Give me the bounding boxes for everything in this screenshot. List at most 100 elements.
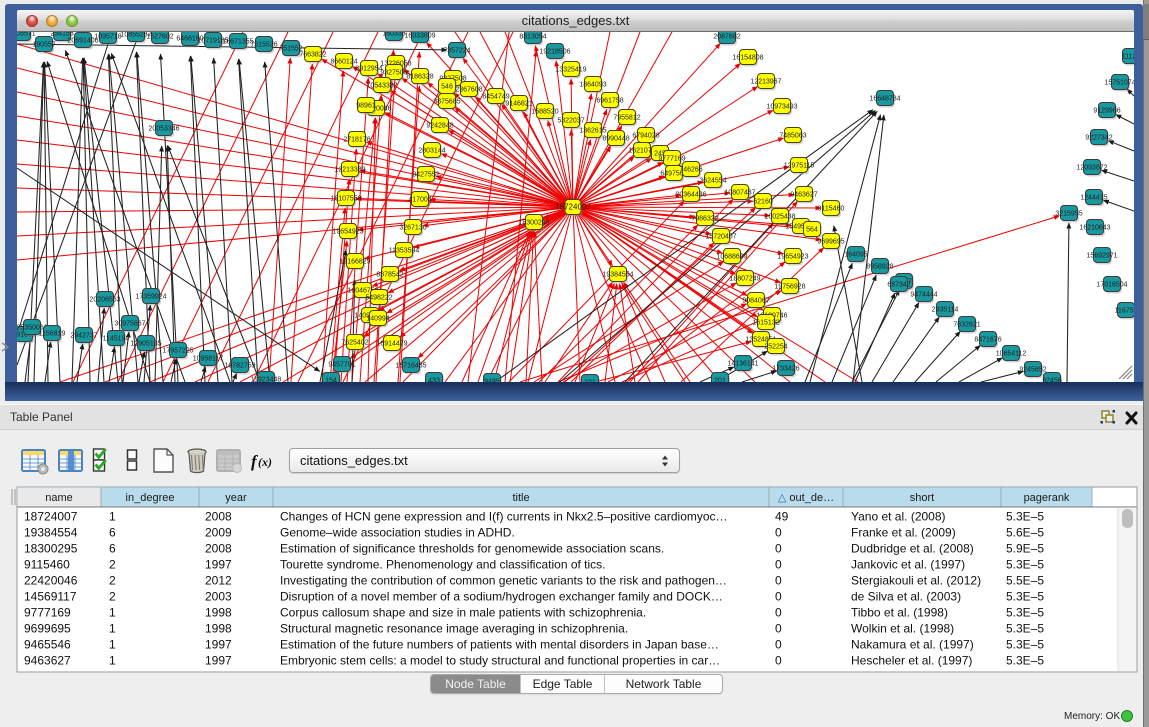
svg-text:10688609: 10688609 <box>716 254 747 261</box>
svg-text:18724007: 18724007 <box>24 510 78 524</box>
svg-text:Genome–wide association studie: Genome–wide association studies in ADHD. <box>280 526 515 540</box>
svg-text:546: 546 <box>441 84 453 91</box>
svg-text:0: 0 <box>775 574 782 588</box>
svg-text:0: 0 <box>775 622 782 636</box>
svg-text:15720407: 15720407 <box>705 234 736 241</box>
svg-text:9463627: 9463627 <box>790 192 817 199</box>
svg-text:3215955: 3215955 <box>1055 211 1082 218</box>
svg-text:2803144: 2803144 <box>418 148 445 155</box>
svg-text:3267130: 3267130 <box>399 225 426 232</box>
svg-text:22420046: 22420046 <box>24 574 78 588</box>
svg-text:8471676: 8471676 <box>974 337 1001 344</box>
svg-text:17016504: 17016504 <box>1096 282 1127 289</box>
svg-text:2718176: 2718176 <box>343 137 370 144</box>
svg-text:16671355: 16671355 <box>222 39 253 46</box>
svg-text:Jankovic et al. (1997): Jankovic et al. (1997) <box>851 558 965 572</box>
svg-text:164095: 164095 <box>844 252 867 259</box>
svg-text:116753: 116753 <box>1115 308 1134 315</box>
svg-text:9245652: 9245652 <box>1019 367 1046 374</box>
svg-text:1: 1 <box>109 638 116 652</box>
svg-text:9115460: 9115460 <box>24 558 70 572</box>
svg-text:15751074: 15751074 <box>1104 80 1134 87</box>
svg-text:1095718: 1095718 <box>94 34 121 41</box>
svg-text:5498222: 5498222 <box>365 295 392 302</box>
svg-text:252254: 252254 <box>764 344 787 351</box>
svg-text:687342: 687342 <box>887 282 910 289</box>
svg-text:221: 221 <box>584 380 596 383</box>
svg-text:13325419: 13325419 <box>555 67 586 74</box>
svg-text:1733426: 1733426 <box>772 366 799 373</box>
svg-text:Embryonic stem cells: a model: Embryonic stem cells: a model to study s… <box>280 654 720 668</box>
svg-text:5.3E–5: 5.3E–5 <box>1006 558 1044 572</box>
svg-text:8878542: 8878542 <box>376 272 403 279</box>
svg-text:8813054: 8813054 <box>519 34 546 41</box>
svg-text:8660124: 8660124 <box>330 59 357 66</box>
svg-text:0: 0 <box>775 654 782 668</box>
svg-text:11123: 11123 <box>1122 54 1134 61</box>
svg-text:2: 2 <box>109 574 116 588</box>
svg-text:5.3E–5: 5.3E–5 <box>1006 510 1044 524</box>
svg-text:2008: 2008 <box>205 542 232 556</box>
svg-text:title: title <box>512 492 529 504</box>
svg-text:2: 2 <box>109 558 116 572</box>
svg-text:18807249: 18807249 <box>729 276 760 283</box>
svg-text:16782759: 16782759 <box>224 363 255 370</box>
svg-text:10807487: 10807487 <box>724 190 755 197</box>
svg-text:190557: 190557 <box>32 42 55 49</box>
svg-text:7663822: 7663822 <box>299 52 326 59</box>
svg-text:0: 0 <box>775 526 782 540</box>
svg-text:12905135: 12905135 <box>130 341 161 348</box>
svg-text:9463627: 9463627 <box>24 654 71 668</box>
svg-text:9084067: 9084067 <box>742 298 769 305</box>
svg-text:8186328: 8186328 <box>406 74 433 81</box>
svg-text:9115460: 9115460 <box>818 206 845 213</box>
svg-text:2008: 2008 <box>205 510 232 524</box>
svg-text:0: 0 <box>775 590 782 604</box>
svg-text:564: 564 <box>806 227 818 234</box>
svg-text:7955812: 7955812 <box>613 115 640 122</box>
svg-text:1864093: 1864093 <box>579 82 606 89</box>
svg-text:2087682: 2087682 <box>713 34 740 41</box>
svg-text:in_degree: in_degree <box>126 492 175 504</box>
svg-text:92456: 92456 <box>1042 378 1062 383</box>
svg-text:8454749: 8454749 <box>482 94 509 101</box>
svg-text:49: 49 <box>775 510 789 524</box>
svg-text:20364436: 20364436 <box>675 192 706 199</box>
svg-text:10025438: 10025438 <box>764 214 795 221</box>
svg-text:9485: 9485 <box>484 379 500 383</box>
svg-text:Changes of HCN gene expression: Changes of HCN gene expression and I(f) … <box>280 510 728 524</box>
svg-text:201: 201 <box>714 378 726 383</box>
svg-text:2003: 2003 <box>205 590 232 604</box>
svg-text:1998: 1998 <box>205 606 232 620</box>
svg-text:Tibbo et al. (1998): Tibbo et al. (1998) <box>851 606 948 620</box>
svg-text:12975115: 12975115 <box>784 163 815 170</box>
svg-text:10973493: 10973493 <box>766 104 797 111</box>
svg-text:1997: 1997 <box>205 638 232 652</box>
svg-text:1905571: 1905571 <box>17 32 36 38</box>
svg-text:9465546: 9465546 <box>24 638 71 652</box>
svg-text:5.3E–5: 5.3E–5 <box>1006 638 1044 652</box>
svg-text:9227342: 9227342 <box>1085 135 1112 142</box>
svg-text:10543382: 10543382 <box>366 83 397 90</box>
svg-text:20206563: 20206563 <box>89 297 120 304</box>
svg-text:0: 0 <box>775 606 782 620</box>
svg-text:1156819: 1156819 <box>39 331 66 338</box>
svg-text:Investigating the contribution: Investigating the contribution of common… <box>280 574 727 588</box>
svg-text:16914479: 16914479 <box>376 341 407 348</box>
svg-text:2009: 2009 <box>205 526 232 540</box>
svg-text:1: 1 <box>109 606 116 620</box>
svg-text:8958928: 8958928 <box>866 264 893 271</box>
svg-text:0: 0 <box>775 638 782 652</box>
svg-text:Structural magnetic resonance: Structural magnetic resonance image aver… <box>280 622 628 636</box>
svg-text:10654112: 10654112 <box>996 351 1027 358</box>
svg-text:7632621: 7632621 <box>953 322 980 329</box>
svg-text:8912954: 8912954 <box>355 66 382 73</box>
svg-text:19384554: 19384554 <box>24 526 78 540</box>
svg-text:16154808: 16154808 <box>732 55 763 62</box>
svg-text:7986322: 7986322 <box>691 216 718 223</box>
svg-text:9777169: 9777169 <box>24 606 71 620</box>
svg-text:19654923: 19654923 <box>332 229 363 236</box>
svg-text:Estimation of significance thr: Estimation of significance thresholds fo… <box>280 542 664 556</box>
svg-text:1: 1 <box>109 510 116 524</box>
svg-text:2935114: 2935114 <box>932 307 959 314</box>
